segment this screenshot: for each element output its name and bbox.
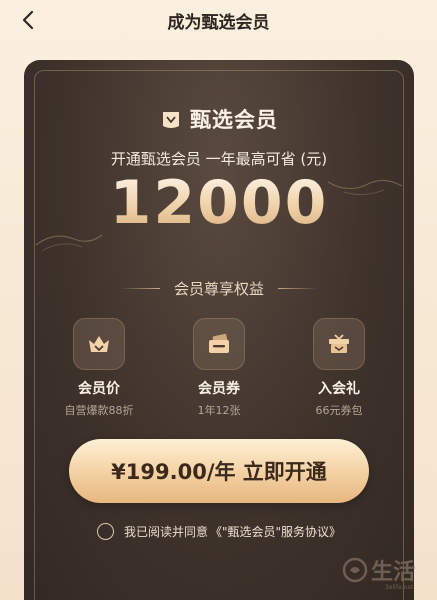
- back-button[interactable]: [14, 6, 42, 34]
- benefit-welcome-gift[interactable]: 入会礼 66元券包: [284, 318, 394, 418]
- divider-right: [278, 288, 318, 289]
- watermark-url: 3elife.net: [385, 584, 414, 591]
- benefits-title: 会员尊享权益: [173, 280, 264, 298]
- coupon-icon: [209, 333, 229, 353]
- diamond-badge-icon: [163, 112, 179, 128]
- savings-amount: 12000: [24, 168, 414, 238]
- brand-name: 甄选会员: [190, 108, 278, 132]
- brand-row: 甄选会员: [24, 104, 414, 134]
- benefit-desc: 1年12张: [197, 404, 241, 417]
- benefit-member-price[interactable]: 会员价 自营爆款88折: [44, 318, 154, 418]
- site-watermark: 生活 3elife.net: [342, 557, 415, 591]
- agreement-link[interactable]: 《"甄选会员"服务协议》: [210, 523, 341, 540]
- benefit-name: 入会礼: [318, 381, 360, 397]
- page-title: 成为甄选会员: [167, 12, 270, 33]
- benefit-member-coupon[interactable]: 会员券 1年12张: [164, 318, 274, 418]
- benefit-name: 会员券: [198, 381, 240, 397]
- chevron-left-icon: [22, 10, 34, 30]
- basket-icon: [89, 336, 109, 352]
- benefit-desc: 66元券包: [315, 404, 363, 417]
- benefit-icon-box: [73, 318, 125, 370]
- top-bar: 成为甄选会员: [0, 0, 437, 40]
- benefits-heading: 会员尊享权益: [24, 278, 414, 299]
- benefit-desc: 自营爆款88折: [64, 404, 134, 417]
- agreement-row: 我已阅读并同意 《"甄选会员"服务协议》: [24, 523, 414, 540]
- subscribe-button[interactable]: ¥199.00/年 立即开通: [69, 439, 369, 503]
- agree-checkbox[interactable]: [96, 523, 114, 540]
- benefit-icon-box: [193, 318, 245, 370]
- agreement-prefix: 我已阅读并同意: [123, 525, 208, 539]
- savings-subtitle: 开通甄选会员 一年最高可省 (元): [110, 150, 328, 168]
- divider-left: [119, 288, 160, 289]
- benefit-name: 会员价: [78, 381, 120, 397]
- gift-icon: [329, 334, 349, 353]
- membership-card: 甄选会员 开通甄选会员 一年最高可省 (元) 12000 会员尊享权益 会员价 …: [24, 60, 414, 600]
- benefit-icon-box: [313, 318, 365, 370]
- watermark-text: 生活: [371, 559, 415, 585]
